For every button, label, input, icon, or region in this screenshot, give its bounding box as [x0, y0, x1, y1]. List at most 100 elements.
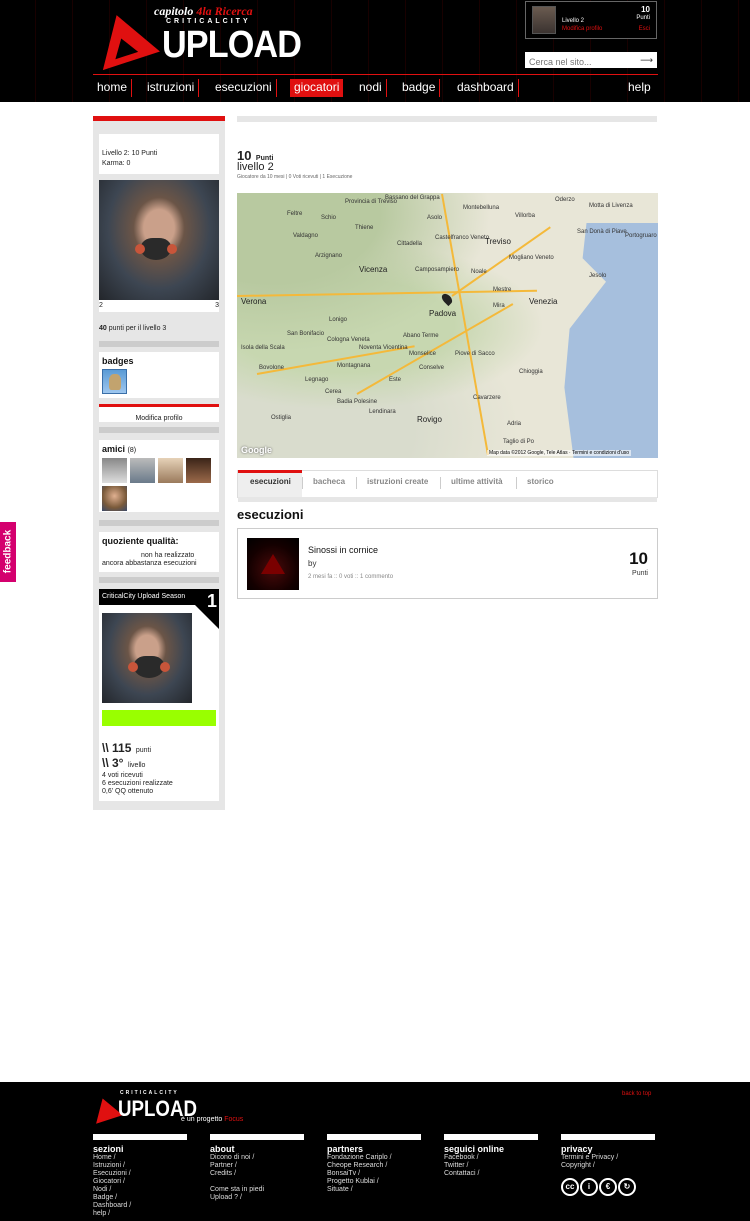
friend-avatar[interactable]: [186, 458, 211, 483]
footer-col-about: about Dicono di noi / Partner / Credits …: [210, 1134, 304, 1202]
badge-icon[interactable]: [102, 369, 127, 394]
edit-profile-link[interactable]: Modifica profilo: [562, 26, 602, 32]
footer-link[interactable]: Partner /: [210, 1162, 304, 1170]
nav-giocatori[interactable]: giocatori: [290, 79, 344, 97]
friend-avatar[interactable]: [130, 458, 155, 483]
map-label: Thiene: [355, 225, 374, 231]
footer-link[interactable]: Nodi /: [93, 1186, 187, 1194]
footer-col-title: partners: [327, 1144, 364, 1154]
footer-link[interactable]: Situate /: [327, 1186, 421, 1194]
footer-link[interactable]: Credits /: [210, 1170, 304, 1178]
season-panel: CriticalCity Upload Season 1 \\ 115 punt…: [99, 589, 219, 801]
map-label: Lonigo: [329, 317, 348, 323]
map-label: Legnago: [305, 377, 329, 383]
sidebar: Livello 2: 10 Punti Karma: 0 2 3 40 punt…: [93, 116, 225, 810]
tabs-footer-bar: [238, 497, 657, 502]
map-label: Lendinara: [369, 409, 396, 415]
main-top-bar: [237, 116, 657, 122]
footer-link[interactable]: Copyright /: [561, 1162, 655, 1170]
footer-link[interactable]: Esecuzioni /: [93, 1170, 187, 1178]
footer-link[interactable]: Dicono di noi /: [210, 1154, 304, 1162]
map-label: Noventa Vicentina: [359, 345, 408, 351]
footer-link[interactable]: Giocatori /: [93, 1178, 187, 1186]
friend-avatar[interactable]: [158, 458, 183, 483]
logout-link[interactable]: Esci: [639, 26, 650, 32]
tab-divider: [356, 477, 357, 489]
edit-profile-button[interactable]: Modifica profilo: [99, 404, 219, 422]
search-input[interactable]: [525, 54, 625, 70]
nav-badge[interactable]: badge: [398, 79, 441, 97]
friend-avatar[interactable]: [102, 486, 127, 511]
tab-storico[interactable]: storico: [527, 477, 554, 486]
tab-bacheca[interactable]: bacheca: [313, 477, 345, 486]
execution-author: by: [308, 559, 317, 568]
map-road: [237, 289, 537, 297]
footer-link[interactable]: Cheope Research /: [327, 1162, 421, 1170]
map-label: Montagnana: [337, 363, 371, 369]
back-to-top-link[interactable]: back to top: [622, 1091, 651, 1097]
execution-thumbnail[interactable]: [247, 538, 299, 590]
nav-istruzioni[interactable]: istruzioni: [143, 79, 200, 97]
footer-link[interactable]: Istruzioni /: [93, 1162, 187, 1170]
badges-panel: badges: [99, 352, 219, 398]
footer-link[interactable]: Contattaci /: [444, 1170, 538, 1178]
feedback-tab[interactable]: feedback: [0, 522, 16, 582]
map-label: Ostiglia: [271, 415, 292, 421]
location-map[interactable]: Provincia di Treviso Bassano del Grappa …: [237, 193, 658, 458]
quality-text-2: ancora abbastanza esecuzioni: [102, 560, 197, 567]
search-arrow-icon[interactable]: ⟶: [640, 55, 653, 66]
sidebar-accent: [93, 116, 225, 121]
nav-home[interactable]: home: [93, 79, 133, 97]
footer-link[interactable]: Dashboard /: [93, 1202, 187, 1210]
friend-avatar[interactable]: [102, 458, 127, 483]
friends-count: (8): [127, 447, 137, 454]
footer-col-bar: [444, 1134, 538, 1140]
execution-title[interactable]: Sinossi in cornice: [308, 545, 378, 555]
map-label: Cologna Veneta: [327, 337, 370, 343]
nav-nodi[interactable]: nodi: [355, 79, 387, 97]
site-logo[interactable]: capitolo 4la Ricerca CRITICALCITY UPLOAD: [88, 2, 302, 74]
footer-link[interactable]: Home /: [93, 1154, 187, 1162]
footer-link[interactable]: BonsaiTv /: [327, 1170, 421, 1178]
tab-divider: [302, 477, 303, 489]
tab-ultime-attivita[interactable]: ultime attività: [451, 477, 503, 486]
map-label: Monselice: [409, 351, 437, 357]
footer-link[interactable]: Come sta in piedi: [210, 1186, 304, 1194]
footer-link[interactable]: Progetto Kublai /: [327, 1178, 421, 1186]
map-label: Bovolone: [259, 365, 285, 371]
search-box: ⟶: [525, 52, 657, 70]
footer-col-title: seguici online: [444, 1144, 505, 1154]
cc-license-badge[interactable]: cc i € ↻: [561, 1176, 655, 1196]
footer-logo[interactable]: CRITICALCITY UPLOAD: [89, 1090, 197, 1124]
gas-mask-graphic: [135, 237, 177, 260]
map-label: Cavarzere: [473, 395, 501, 401]
map-label: Chioggia: [519, 369, 543, 375]
profile-photo: [99, 180, 219, 300]
footer-link[interactable]: help /: [93, 1210, 187, 1218]
footer-link[interactable]: Fondazione Cariplo /: [327, 1154, 421, 1162]
map-attribution[interactable]: Map data ©2012 Google, Tele Atlas · Term…: [487, 450, 632, 456]
execution-points: 10: [629, 549, 648, 568]
footer-link[interactable]: Badge /: [93, 1194, 187, 1202]
user-avatar[interactable]: [532, 6, 556, 34]
footer-link[interactable]: Upload ? /: [210, 1194, 304, 1202]
footer-link[interactable]: Facebook /: [444, 1154, 538, 1162]
footer-link[interactable]: Twitter /: [444, 1162, 538, 1170]
tab-esecuzioni[interactable]: esecuzioni: [250, 477, 291, 486]
focus-link[interactable]: Focus: [224, 1116, 243, 1123]
user-points: 10: [641, 5, 650, 14]
map-label: Villorba: [515, 213, 535, 219]
execution-card[interactable]: Sinossi in cornice by 2 mesi fa :: 0 vot…: [237, 528, 658, 599]
nav-help[interactable]: help: [624, 79, 655, 97]
nav-esecuzioni[interactable]: esecuzioni: [211, 79, 277, 97]
season-progress-bar: [102, 710, 216, 726]
tab-istruzioni-create[interactable]: istruzioni create: [367, 477, 428, 486]
stat-executions: 6 esecuzioni realizzate: [102, 780, 173, 787]
footer-link[interactable]: Termini e Privacy /: [561, 1154, 655, 1162]
tab-divider: [440, 477, 441, 489]
map-label: San Bonifacio: [287, 331, 325, 337]
map-label: Abano Terme: [403, 333, 439, 339]
nav-dashboard[interactable]: dashboard: [453, 79, 519, 97]
separator: [99, 427, 219, 433]
map-label: Oderzo: [555, 197, 575, 203]
